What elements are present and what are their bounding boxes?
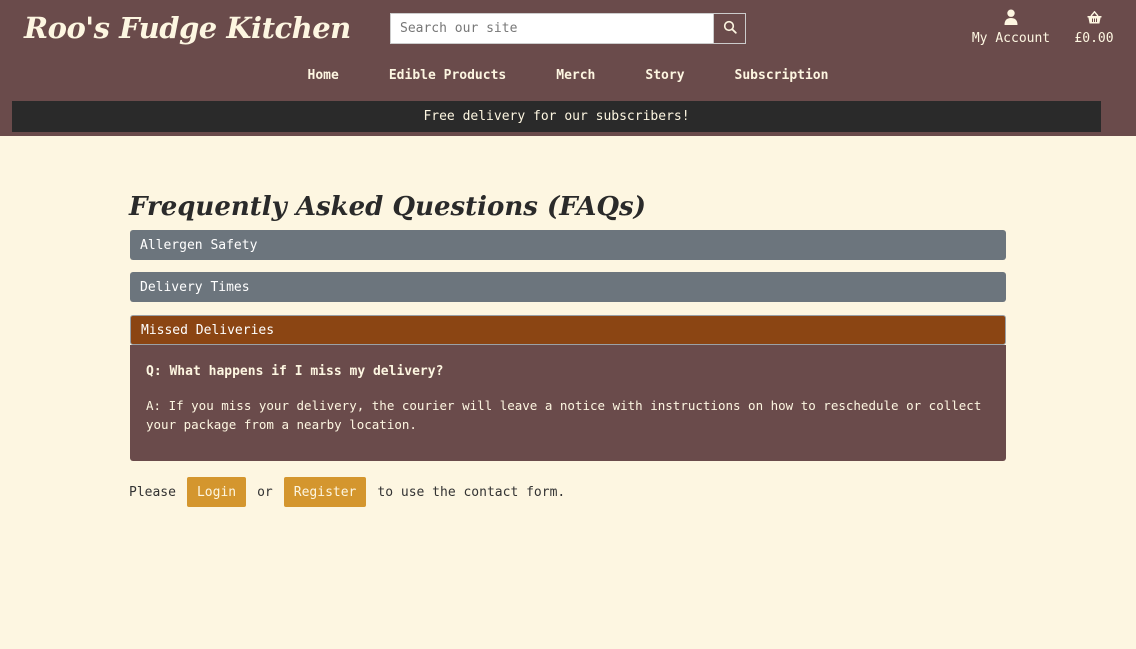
contact-or: or xyxy=(257,484,273,500)
faq-answer: A: If you miss your delivery, the courie… xyxy=(146,398,982,432)
register-button[interactable]: Register xyxy=(283,477,367,507)
faq-item-delivery-times[interactable]: Delivery Times xyxy=(130,272,1006,302)
basket-link[interactable]: £0.00 xyxy=(1070,9,1118,46)
basket-total: £0.00 xyxy=(1074,31,1114,46)
nav-item-subscription[interactable]: Subscription xyxy=(710,66,854,86)
nav-item-story[interactable]: Story xyxy=(620,66,709,86)
contact-prefix: Please xyxy=(129,484,176,500)
login-button[interactable]: Login xyxy=(186,477,247,507)
site-header: Roo's Fudge Kitchen My Account xyxy=(0,0,1136,136)
page-title: Frequently Asked Questions (FAQs) xyxy=(129,192,646,222)
faq-item-allergen-safety[interactable]: Allergen Safety xyxy=(130,230,1006,260)
delivery-banner: Free delivery for our subscribers! xyxy=(12,101,1101,132)
nav-item-edible-products[interactable]: Edible Products xyxy=(364,66,531,86)
faq-question: Q: What happens if I miss my delivery? xyxy=(146,364,444,379)
search-input[interactable] xyxy=(390,13,713,44)
search-form xyxy=(390,13,746,44)
faq-item-missed-deliveries[interactable]: Missed Deliveries xyxy=(130,315,1006,345)
contact-prompt: Please Login or Register to use the cont… xyxy=(129,477,565,507)
search-button[interactable] xyxy=(713,13,746,44)
my-account-link[interactable]: My Account xyxy=(968,9,1054,46)
basket-icon xyxy=(1087,10,1102,28)
nav-item-home[interactable]: Home xyxy=(283,66,364,86)
main-nav: Home Edible Products Merch Story Subscri… xyxy=(0,66,1136,86)
site-logo[interactable]: Roo's Fudge Kitchen xyxy=(24,8,351,48)
faq-answer-panel: Q: What happens if I miss my delivery? A… xyxy=(130,345,1006,461)
user-icon xyxy=(1004,9,1018,29)
contact-suffix: to use the contact form. xyxy=(377,484,566,500)
my-account-label: My Account xyxy=(971,31,1051,46)
search-icon xyxy=(723,19,737,38)
nav-item-merch[interactable]: Merch xyxy=(531,66,620,86)
